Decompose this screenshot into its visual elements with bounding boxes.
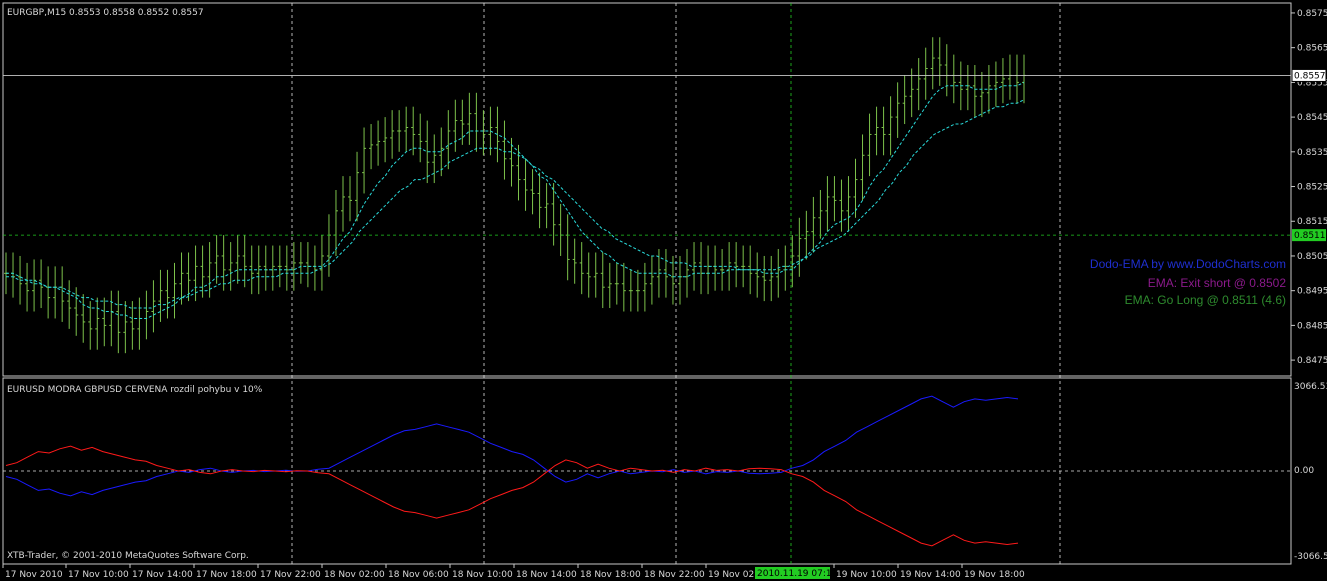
cursor-time-label: 2010.11.19 07:15: [757, 569, 837, 579]
price-panel[interactable]: [2, 2, 1292, 377]
time-tick-label: 18 Nov 14:00: [516, 570, 577, 580]
time-tick-label: 19 Nov 10:00: [836, 570, 897, 580]
time-axis: 17 Nov 2010 17 Nov 10:00 17 Nov 14:00 17 No…: [2, 564, 1025, 580]
ema-go-long-label: EMA: Go Long @ 0.8511 (4.6): [1125, 293, 1286, 307]
copyright-text: XTB-Trader, © 2001-2010 MetaQuotes Softw…: [7, 551, 249, 561]
time-tick-label: 17 Nov 18:00: [196, 570, 257, 580]
price-tick-label: 0.8565: [1297, 44, 1327, 54]
price-tick-label: 0.8575: [1297, 9, 1327, 19]
time-tick-label: 18 Nov 18:00: [580, 570, 641, 580]
indicator-bottom-label: -3066.53: [1294, 552, 1327, 562]
time-tick-label: 17 Nov 14:00: [132, 570, 193, 580]
time-tick-label: 19 Nov 02: [708, 570, 754, 580]
indicator-zero-label: 0.00: [1294, 466, 1314, 476]
price-tick-label: 0.8515: [1297, 217, 1327, 227]
price-tick-label: 0.8535: [1297, 148, 1327, 158]
time-tick-label: 19 Nov 18:00: [964, 570, 1025, 580]
time-tick-label: 19 Nov 14:00: [900, 570, 961, 580]
time-tick-label: 18 Nov 06:00: [388, 570, 449, 580]
time-tick-label: 18 Nov 10:00: [452, 570, 513, 580]
price-tick-label: 0.8525: [1297, 183, 1327, 193]
price-tick-label: 0.8475: [1297, 356, 1327, 366]
price-tick-label: 0.8505: [1297, 252, 1327, 262]
price-tick-label: 0.8545: [1297, 113, 1327, 123]
price-tick-label: 0.8495: [1297, 287, 1327, 297]
chart-window[interactable]: 0.85750.85650.85550.85450.85350.85250.85…: [0, 0, 1327, 581]
price-tick-label: 0.8485: [1297, 321, 1327, 331]
ema-credit-label: Dodo-EMA by www.DodoCharts.com: [1090, 257, 1286, 271]
ema-exit-short-label: EMA: Exit short @ 0.8502: [1148, 276, 1287, 290]
time-tick-label: 17 Nov 10:00: [68, 570, 129, 580]
time-tick-label: 17 Nov 22:00: [260, 570, 321, 580]
symbol-title: EURGBP,M15 0.8553 0.8558 0.8552 0.8557: [7, 8, 204, 18]
time-tick-label: 17 Nov 2010: [5, 570, 63, 580]
time-tick-label: 18 Nov 22:00: [644, 570, 705, 580]
current-price-label: 0.8557: [1294, 71, 1326, 81]
long-level-label: 0.8511: [1294, 231, 1326, 241]
indicator-top-label: 3066.53: [1294, 382, 1327, 392]
indicator-title: EURUSD MODRA GBPUSD CERVENA rozdil pohyb…: [7, 385, 263, 395]
time-tick-label: 18 Nov 02:00: [324, 570, 385, 580]
